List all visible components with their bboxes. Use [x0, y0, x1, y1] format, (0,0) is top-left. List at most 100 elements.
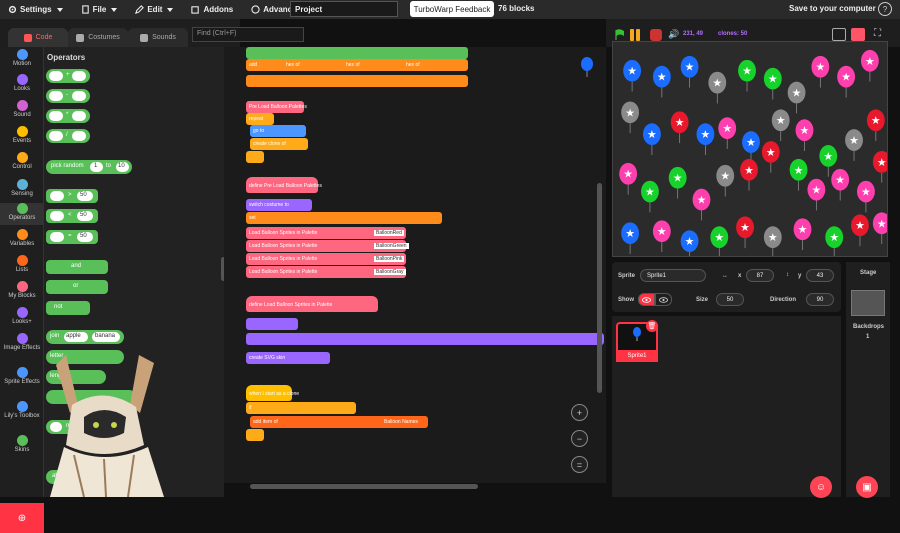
and-block[interactable]: and	[46, 260, 108, 274]
or-block[interactable]: or	[46, 280, 108, 294]
lists-icon	[16, 255, 28, 266]
balloon-sprite: ★	[787, 81, 806, 114]
rand-b: 10	[118, 163, 125, 169]
category-looks[interactable]: Looks	[0, 74, 44, 93]
code-create-clone[interactable]: create clone of	[250, 138, 308, 150]
code-define-preload[interactable]: define Pre Load Balloon Palettes	[246, 177, 322, 193]
svg-text:★: ★	[673, 172, 683, 185]
code-delete-skin[interactable]	[246, 318, 298, 330]
looks-plus-icon	[16, 307, 28, 318]
stage-thumbnail[interactable]	[851, 290, 885, 316]
svg-text:★: ★	[794, 164, 804, 177]
code-load-pink[interactable]: Load Balloon Sprites in Palette BalloonPi…	[246, 253, 406, 265]
code-add-item[interactable]: add item of Balloon Names	[250, 416, 428, 428]
code-set-colors[interactable]	[246, 333, 604, 345]
code-add-hex-row[interactable]: add hex of hex of hex of	[246, 59, 468, 71]
pause-icon[interactable]	[630, 29, 642, 41]
addons-menu[interactable]: Addons	[191, 5, 233, 14]
code-horizontal-scrollbar[interactable]	[250, 484, 478, 489]
small-stage-button[interactable]	[832, 28, 846, 41]
category-label: Image Effects	[3, 345, 41, 351]
code-if[interactable]: if	[246, 402, 356, 414]
y-field[interactable]: 43	[806, 269, 834, 282]
green-flag-icon[interactable]	[614, 29, 626, 41]
settings-menu[interactable]: Settings	[8, 5, 63, 14]
save-button[interactable]: Save to your computer	[789, 4, 876, 13]
tab-costumes[interactable]: Costumes	[68, 28, 128, 47]
greater-than-block[interactable]: >50	[46, 189, 98, 203]
category-looks-plus[interactable]: Looks+	[0, 307, 44, 326]
equals-block[interactable]: = 50	[46, 230, 98, 244]
category-sensing[interactable]: Sensing	[0, 179, 44, 198]
zoom-in-button[interactable]: +	[571, 404, 588, 421]
category-sound[interactable]: Sound	[0, 100, 44, 119]
cmp-value: 50	[80, 233, 87, 239]
add-extension-button[interactable]: ⊕	[0, 503, 44, 533]
category-control[interactable]: Control	[0, 152, 44, 171]
svg-text:★: ★	[675, 116, 685, 129]
not-label: not	[54, 304, 63, 310]
category-skins[interactable]: Skins	[0, 435, 44, 454]
add-backdrop-button[interactable]: ▣	[856, 476, 878, 498]
zoom-reset-button[interactable]: =	[571, 456, 588, 473]
category-operators[interactable]: Operators	[0, 203, 44, 225]
x-field[interactable]: 87	[746, 269, 774, 282]
code-add-hex-row-2[interactable]	[246, 75, 468, 87]
feedback-button[interactable]: TurboWarp Feedback	[410, 1, 494, 17]
less-than-block[interactable]: <50	[46, 209, 98, 223]
category-image-effects[interactable]: Image Effects	[0, 333, 44, 352]
code-set-var[interactable]: set	[246, 212, 442, 224]
code-load-green[interactable]: Load Balloon Sprites in Palette BalloonGr…	[246, 240, 409, 252]
code-define-load[interactable]: define Load Balloon Sprites in Palette	[246, 296, 378, 312]
code-go-to[interactable]: go to	[250, 125, 306, 137]
code-join-row-1[interactable]	[246, 47, 468, 59]
subtract-block[interactable]: -	[46, 89, 90, 103]
gear-icon	[8, 5, 17, 14]
code-load-red[interactable]: Load Balloon Sprites in Palette BalloonRe…	[246, 227, 406, 239]
code-switch-costume[interactable]: switch costume to	[246, 199, 312, 211]
multiply-block[interactable]: *	[46, 109, 90, 123]
stop-icon[interactable]	[650, 29, 662, 41]
profile-icon[interactable]: ?	[878, 2, 892, 16]
sprite-effects-icon	[16, 367, 28, 378]
clone-counter: clones: 50	[718, 31, 748, 37]
normal-stage-button[interactable]	[851, 28, 865, 41]
join-block[interactable]: join apple banana	[46, 330, 124, 344]
pick-random-block[interactable]: pick random 1 to 10	[46, 160, 132, 174]
not-block[interactable]: not	[46, 301, 90, 315]
category-variables[interactable]: Variables	[0, 229, 44, 248]
category-my-blocks[interactable]: My Blocks	[0, 281, 44, 300]
category-motion[interactable]: Motion	[0, 49, 44, 68]
find-input[interactable]: Find (Ctrl+F)	[192, 27, 304, 42]
add-block[interactable]: +	[46, 69, 90, 83]
code-repeat[interactable]: repeat	[246, 113, 274, 125]
code-when-clone[interactable]: when I start as a clone	[246, 385, 299, 401]
tab-code-label: Code	[35, 34, 53, 41]
trash-icon[interactable]: 🗑	[646, 320, 658, 332]
fullscreen-icon[interactable]: ⛶	[874, 28, 881, 39]
size-field[interactable]: 50	[716, 293, 744, 306]
tab-code[interactable]: Code	[8, 28, 68, 47]
tab-sounds[interactable]: Sounds	[128, 28, 188, 47]
stage-canvas[interactable]: ★ ★ ★ ★ ★ ★ ★ ★ ★ ★ ★ ★ ★ ★ ★ ★ ★ ★ ★ ★ ★ ★ ★ ★ ★ ★ ★ ★ ★ ★ ★ ★ ★ ★ ★ ★ ★ ★ ★ ★…	[612, 41, 888, 257]
code-workspace[interactable]: add hex of hex of hex of Pre Load Balloo…	[224, 47, 606, 483]
edit-menu[interactable]: Edit	[135, 5, 174, 14]
code-vertical-scrollbar[interactable]	[597, 183, 602, 393]
direction-field[interactable]: 90	[806, 293, 834, 306]
balloon-sprite: ★	[771, 109, 790, 142]
show-visible-button[interactable]	[638, 293, 655, 306]
show-hidden-button[interactable]	[655, 293, 672, 306]
category-sprite-effects[interactable]: Sprite Effects	[0, 367, 44, 386]
category-lilys-toolbox[interactable]: Lily's Toolbox	[0, 401, 44, 420]
add-sprite-button[interactable]: ☺	[810, 476, 832, 498]
project-title-input[interactable]: Project	[290, 1, 398, 17]
code-create-svg[interactable]: create SVG skin	[246, 352, 330, 364]
code-preload-call[interactable]: Pre Load Balloon Palettes	[246, 101, 307, 113]
code-load-gray[interactable]: Load Balloon Sprites in Palette BalloonGr…	[246, 266, 406, 278]
divide-block[interactable]: /	[46, 129, 90, 143]
sprite-name-field[interactable]: Sprite1	[640, 269, 706, 282]
category-events[interactable]: Events	[0, 126, 44, 145]
category-lists[interactable]: Lists	[0, 255, 44, 274]
zoom-out-button[interactable]: −	[571, 430, 588, 447]
file-menu[interactable]: File	[81, 5, 118, 14]
